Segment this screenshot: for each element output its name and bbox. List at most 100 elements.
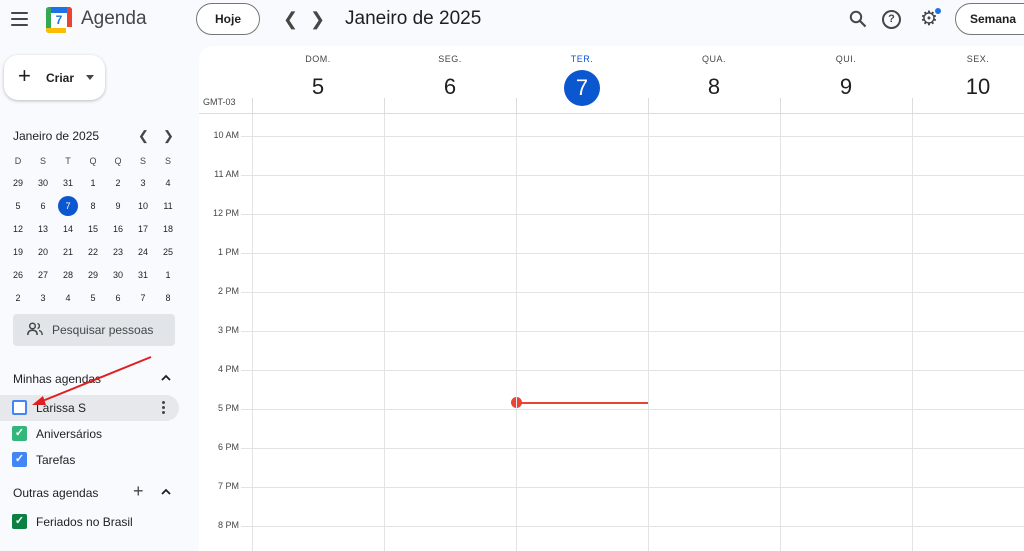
header-column-separator bbox=[384, 98, 385, 114]
search-icon[interactable] bbox=[849, 10, 867, 28]
mini-day[interactable]: 15 bbox=[81, 218, 105, 240]
mini-day[interactable]: 6 bbox=[31, 195, 55, 217]
day-column-line bbox=[780, 114, 781, 551]
hour-line bbox=[241, 136, 1024, 137]
mini-day[interactable]: 19 bbox=[6, 241, 30, 263]
menu-icon[interactable] bbox=[11, 12, 28, 26]
chevron-up-icon[interactable] bbox=[161, 373, 171, 383]
day-number[interactable]: 9 bbox=[780, 74, 912, 100]
day-header[interactable]: TER. 7 bbox=[516, 46, 648, 114]
mini-day[interactable]: 4 bbox=[56, 287, 80, 309]
mini-day[interactable]: 14 bbox=[56, 218, 80, 240]
mini-day[interactable]: 10 bbox=[131, 195, 155, 217]
mini-day[interactable]: 2 bbox=[6, 287, 30, 309]
people-icon bbox=[27, 322, 43, 336]
day-header[interactable]: DOM. 5 bbox=[252, 46, 384, 114]
mini-day[interactable]: 31 bbox=[131, 264, 155, 286]
view-selector-button[interactable]: Semana bbox=[955, 3, 1024, 35]
day-number[interactable]: 7 bbox=[564, 70, 600, 106]
day-number[interactable]: 8 bbox=[648, 74, 780, 100]
mini-day[interactable]: 27 bbox=[31, 264, 55, 286]
hour-label: 7 PM bbox=[217, 481, 239, 491]
day-number[interactable]: 5 bbox=[252, 74, 384, 100]
mini-day[interactable]: 6 bbox=[106, 287, 130, 309]
mini-day[interactable]: 1 bbox=[156, 264, 180, 286]
checkbox[interactable]: ✓ bbox=[12, 514, 27, 529]
search-people-input[interactable]: Pesquisar pessoas bbox=[13, 314, 175, 346]
mini-day[interactable]: 8 bbox=[81, 195, 105, 217]
hour-label: 1 PM bbox=[217, 247, 239, 257]
checkbox[interactable]: ✓ bbox=[12, 452, 27, 467]
mini-day[interactable]: 3 bbox=[131, 172, 155, 194]
chevron-right-icon[interactable]: ❯ bbox=[310, 9, 325, 30]
add-calendar-plus-icon[interactable]: + bbox=[133, 482, 144, 500]
mini-day[interactable]: 29 bbox=[81, 264, 105, 286]
mini-day[interactable]: 2 bbox=[106, 172, 130, 194]
mini-day[interactable]: 25 bbox=[156, 241, 180, 263]
checkbox[interactable] bbox=[12, 400, 27, 415]
mini-day[interactable]: 4 bbox=[156, 172, 180, 194]
calendar-item-aniversarios[interactable]: ✓ Aniversários bbox=[0, 421, 179, 447]
day-header[interactable]: SEG. 6 bbox=[384, 46, 516, 114]
today-button[interactable]: Hoje bbox=[196, 3, 260, 35]
day-name: SEX. bbox=[966, 54, 990, 64]
mini-day[interactable]: 8 bbox=[156, 287, 180, 309]
calendar-item-tarefas[interactable]: ✓ Tarefas bbox=[0, 447, 179, 473]
calendar-item-larissa[interactable]: Larissa S bbox=[0, 395, 179, 421]
mini-day[interactable]: 26 bbox=[6, 264, 30, 286]
day-header[interactable]: QUA. 8 bbox=[648, 46, 780, 114]
mini-day[interactable]: 29 bbox=[6, 172, 30, 194]
mini-day[interactable]: 13 bbox=[31, 218, 55, 240]
mini-weekday-label: Q bbox=[114, 156, 122, 166]
day-header[interactable]: SEX. 10 bbox=[912, 46, 1024, 114]
checkbox[interactable]: ✓ bbox=[12, 426, 27, 441]
mini-day[interactable]: 21 bbox=[56, 241, 80, 263]
hour-line bbox=[241, 214, 1024, 215]
day-column-line bbox=[384, 114, 385, 551]
mini-calendar-title: Janeiro de 2025 bbox=[13, 129, 100, 143]
day-number[interactable]: 10 bbox=[912, 74, 1024, 100]
calendar-label: Aniversários bbox=[36, 427, 103, 441]
help-icon[interactable]: ? bbox=[882, 10, 901, 29]
chevron-left-icon[interactable]: ❮ bbox=[283, 9, 298, 30]
mini-weekday-label: D bbox=[14, 156, 22, 166]
mini-day[interactable]: 24 bbox=[131, 241, 155, 263]
mini-day[interactable]: 20 bbox=[31, 241, 55, 263]
mini-day[interactable]: 30 bbox=[106, 264, 130, 286]
mini-day[interactable]: 1 bbox=[81, 172, 105, 194]
other-calendars-title[interactable]: Outras agendas bbox=[13, 486, 98, 500]
hour-line bbox=[241, 487, 1024, 488]
more-options-icon[interactable] bbox=[162, 401, 166, 416]
chevron-up-icon[interactable] bbox=[161, 487, 171, 497]
mini-chevron-left-icon[interactable]: ❮ bbox=[138, 128, 149, 144]
mini-day[interactable]: 16 bbox=[106, 218, 130, 240]
mini-day[interactable]: 17 bbox=[131, 218, 155, 240]
create-button[interactable]: + Criar bbox=[4, 55, 105, 100]
mini-day[interactable]: 3 bbox=[31, 287, 55, 309]
mini-day[interactable]: 23 bbox=[106, 241, 130, 263]
hour-line bbox=[241, 448, 1024, 449]
calendar-item-feriados[interactable]: ✓ Feriados no Brasil bbox=[0, 509, 179, 535]
mini-day[interactable]: 7 bbox=[131, 287, 155, 309]
mini-day[interactable]: 18 bbox=[156, 218, 180, 240]
mini-day[interactable]: 12 bbox=[6, 218, 30, 240]
mini-day[interactable]: 30 bbox=[31, 172, 55, 194]
notification-dot bbox=[935, 8, 941, 14]
mini-day[interactable]: 31 bbox=[56, 172, 80, 194]
mini-day[interactable]: 5 bbox=[81, 287, 105, 309]
mini-day[interactable]: 7 bbox=[56, 195, 80, 217]
day-header[interactable]: QUI. 9 bbox=[780, 46, 912, 114]
mini-day[interactable]: 22 bbox=[81, 241, 105, 263]
timezone-label: GMT-03 bbox=[203, 97, 236, 107]
mini-chevron-right-icon[interactable]: ❯ bbox=[163, 128, 174, 144]
day-number[interactable]: 6 bbox=[384, 74, 516, 100]
time-grid[interactable]: 10 AM 11 AM 12 PM 1 PM 2 PM 3 PM 4 PM 5 PM 6 PM 7… bbox=[199, 114, 1024, 551]
my-calendars-title[interactable]: Minhas agendas bbox=[13, 372, 101, 386]
mini-day[interactable]: 5 bbox=[6, 195, 30, 217]
app-title[interactable]: Agenda bbox=[81, 8, 147, 30]
mini-day[interactable]: 11 bbox=[156, 195, 180, 217]
hour-label: 6 PM bbox=[217, 442, 239, 452]
create-label: Criar bbox=[46, 71, 75, 85]
mini-day[interactable]: 9 bbox=[106, 195, 130, 217]
mini-day[interactable]: 28 bbox=[56, 264, 80, 286]
